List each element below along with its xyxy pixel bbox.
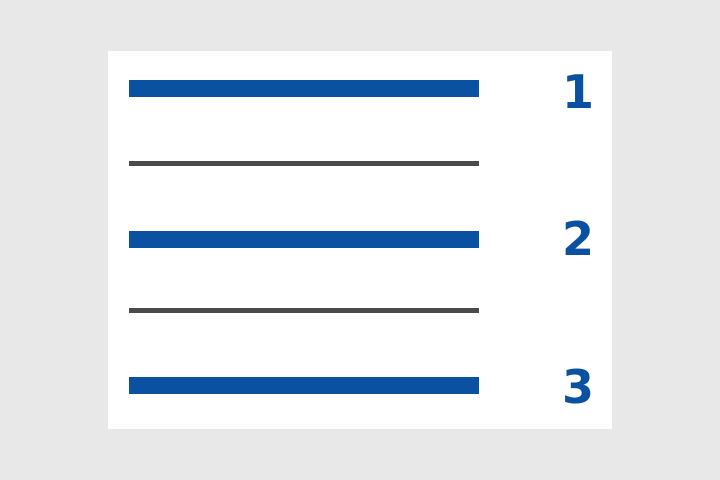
- divider-line-2: [129, 308, 479, 313]
- number-label-1: 1: [561, 65, 594, 119]
- numbered-lines-card: 1 2 3: [108, 51, 612, 429]
- divider-line-1: [129, 161, 479, 166]
- blue-line-3: [129, 377, 479, 394]
- blue-line-1: [129, 80, 479, 97]
- number-label-2: 2: [561, 212, 594, 266]
- number-label-3: 3: [561, 360, 594, 414]
- blue-line-2: [129, 231, 479, 248]
